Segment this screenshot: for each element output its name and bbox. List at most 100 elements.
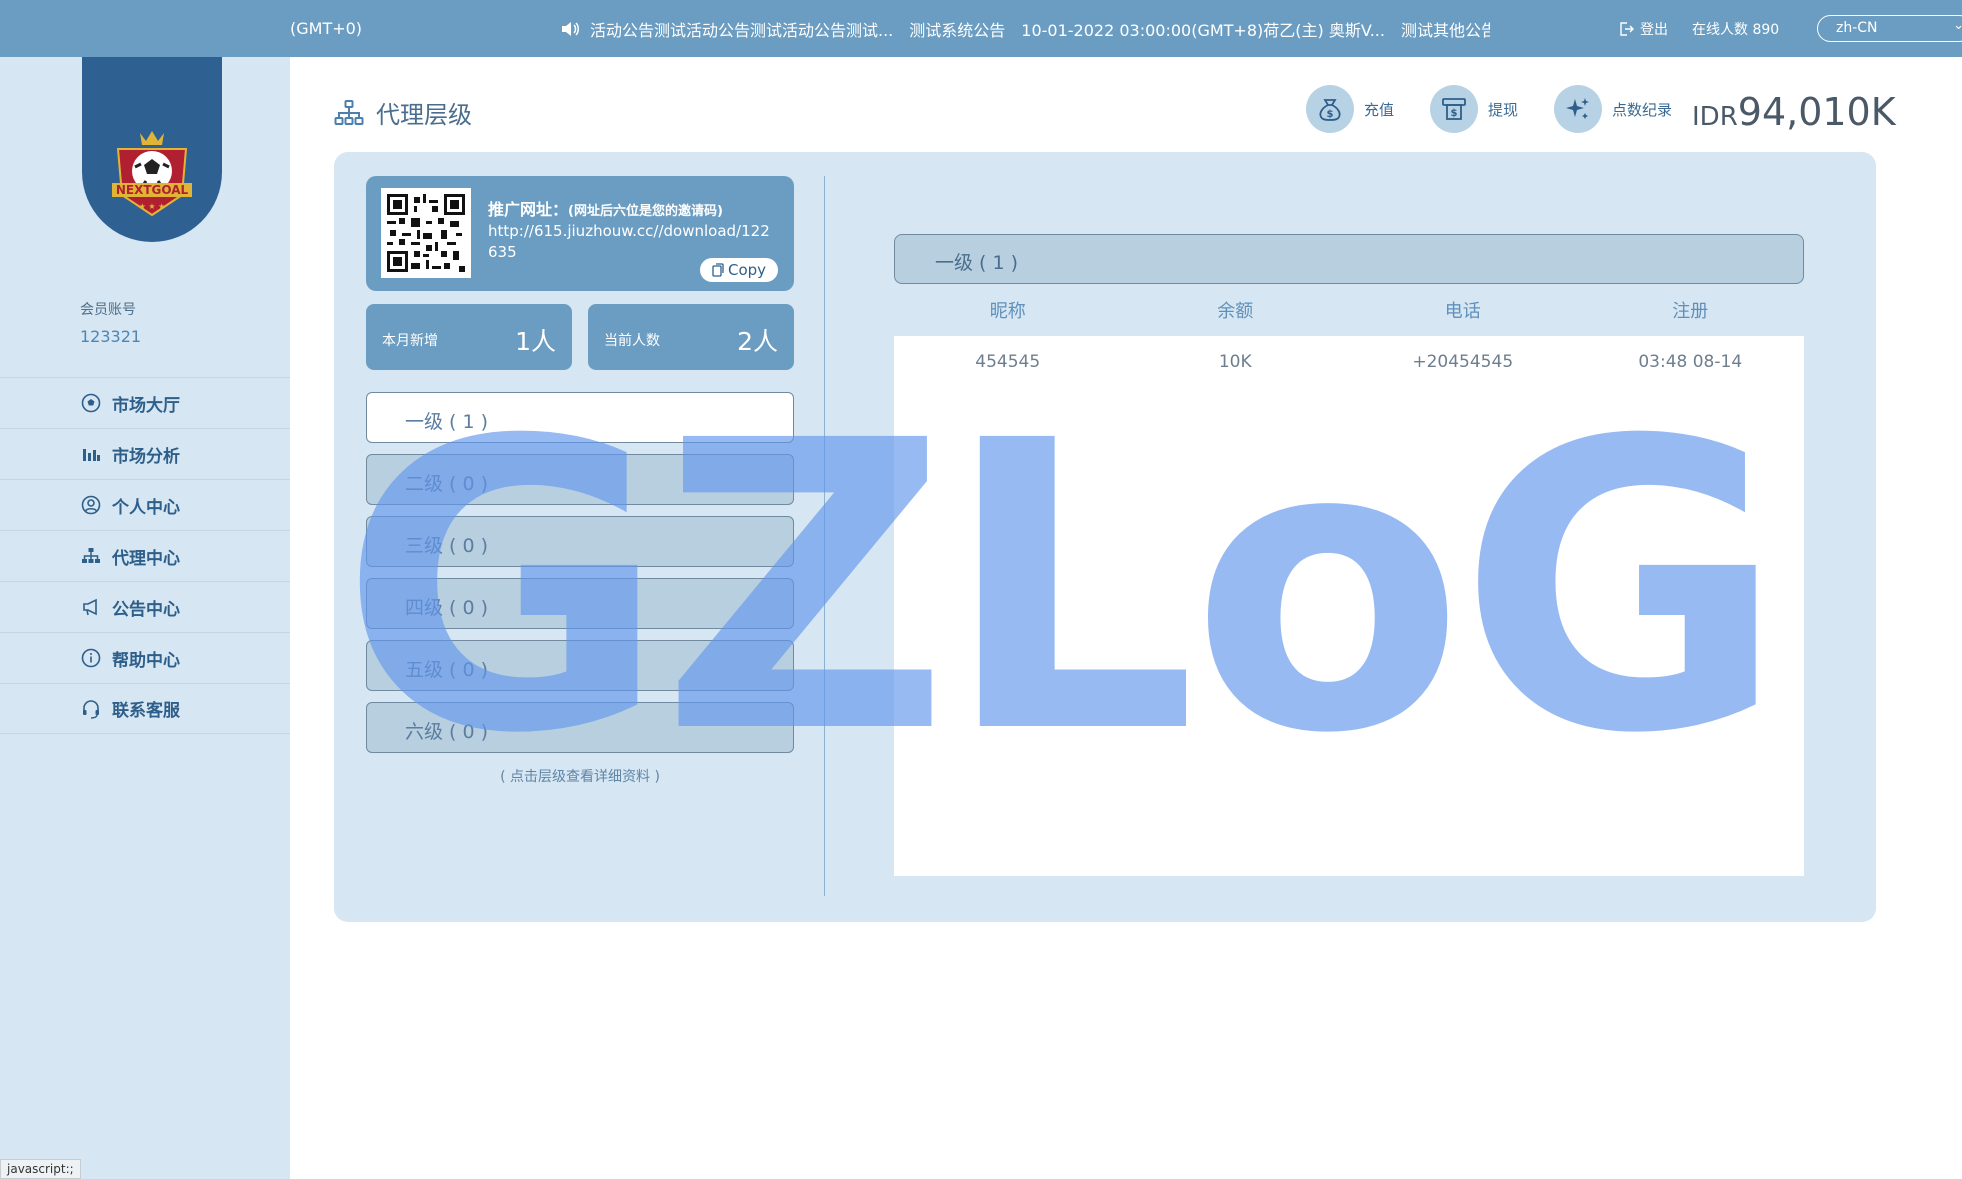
speaker-icon (560, 21, 580, 37)
level-button-5[interactable]: 五级 ( 0 ) (366, 640, 794, 691)
svg-text:$: $ (1451, 108, 1458, 119)
sidebar-item-label: 市场分析 (112, 446, 180, 467)
copy-icon (712, 263, 724, 277)
page-title-text: 代理层级 (376, 101, 472, 129)
level-list: 一级 ( 1 ) 二级 ( 0 ) 三级 ( 0 ) 四级 ( 0 ) 五级 (… (366, 392, 794, 764)
moneybag-icon: $ (1306, 85, 1354, 133)
hierarchy-icon (80, 545, 102, 567)
sidebar-item-agent-center[interactable]: 代理中心 (0, 530, 290, 581)
level-button-3[interactable]: 三级 ( 0 ) (366, 516, 794, 567)
level-button-1[interactable]: 一级 ( 1 ) (366, 392, 794, 443)
svg-text:$: $ (1327, 109, 1334, 120)
sparkle-icon (1554, 85, 1603, 133)
points-record-button[interactable]: 点数纪录 (1554, 85, 1672, 133)
promo-title: 推广网址：(网址后六位是您的邀请码) (488, 196, 723, 220)
agent-panel: 推广网址：(网址后六位是您的邀请码) http://615.jiuzhouw.c… (334, 152, 1876, 922)
sidebar-menu: 市场大厅 市场分析 个人中心 代理中心 公告中心 帮助中心 联系客服 (0, 377, 290, 734)
level-hint: ( 点击层级查看详细资料 ) (500, 769, 660, 785)
sidebar-item-label: 公告中心 (112, 599, 180, 620)
table-row[interactable]: 454545 10K +20454545 03:48 08-14 (894, 336, 1804, 388)
member-table: 454545 10K +20454545 03:48 08-14 (894, 336, 1804, 876)
status-bar: javascript:; (0, 1159, 81, 1179)
sidebar: NEXTGOAL ★ ★ ★ 会员账号 123321 市场大厅 市场分析 个人中… (0, 57, 290, 1179)
account-value: 123321 (80, 327, 142, 346)
announcement-item[interactable]: 测试系统公告 (909, 18, 1005, 40)
promo-card: 推广网址：(网址后六位是您的邀请码) http://615.jiuzhouw.c… (366, 176, 794, 291)
nextgoal-logo[interactable]: NEXTGOAL ★ ★ ★ (108, 127, 196, 219)
stat-current-members: 当前人数 2人 (588, 304, 794, 370)
balance-display: IDR 94,010K (1692, 90, 1896, 134)
stat-label: 当前人数 (604, 333, 660, 349)
sidebar-item-personal-center[interactable]: 个人中心 (0, 479, 290, 530)
user-icon (80, 494, 102, 516)
cell-phone: +20454545 (1412, 352, 1514, 372)
logo-tab: NEXTGOAL ★ ★ ★ (82, 57, 222, 242)
announcement-item[interactable]: 活动公告测试活动公告测试活动公告测试... (590, 18, 893, 40)
cell-registered: 03:48 08-14 (1638, 352, 1743, 372)
logout-icon (1620, 22, 1634, 36)
bar-chart-icon (80, 443, 102, 465)
points-record-label: 点数纪录 (1612, 100, 1673, 119)
level-button-6[interactable]: 六级 ( 0 ) (366, 702, 794, 753)
logout-button[interactable]: 登出 (1618, 19, 1668, 39)
balance-currency: IDR (1692, 102, 1738, 132)
withdraw-icon: $ (1430, 85, 1479, 133)
balance-amount: 94,010K (1737, 90, 1896, 134)
table-header: 昵称 余额 电话 注册 (894, 297, 1804, 327)
recharge-button[interactable]: $ 充值 (1306, 85, 1394, 133)
sidebar-item-label: 个人中心 (112, 497, 180, 518)
top-bar: (GMT+0) 活动公告测试活动公告测试活动公告测试... 测试系统公告 10-… (0, 0, 1962, 57)
stat-label: 本月新增 (382, 333, 438, 349)
headset-icon (80, 698, 102, 720)
sidebar-item-label: 代理中心 (112, 548, 180, 569)
sidebar-item-label: 市场大厅 (112, 395, 180, 416)
hierarchy-icon (334, 99, 364, 125)
announcement-marquee[interactable]: 活动公告测试活动公告测试活动公告测试... 测试系统公告 10-01-2022 … (560, 18, 1490, 40)
sidebar-item-market-analysis[interactable]: 市场分析 (0, 428, 290, 479)
logout-label: 登出 (1640, 22, 1668, 38)
panel-divider (824, 176, 825, 896)
copy-label: Copy (727, 261, 767, 279)
info-icon (80, 647, 102, 669)
level-button-4[interactable]: 四级 ( 0 ) (366, 578, 794, 629)
sidebar-item-market-hall[interactable]: 市场大厅 (0, 377, 290, 428)
stat-value: 1人 (515, 327, 556, 356)
stat-new-this-month: 本月新增 1人 (366, 304, 572, 370)
level-button-2[interactable]: 二级 ( 0 ) (366, 454, 794, 505)
announcement-item[interactable]: 10-01-2022 03:00:00(GMT+8)荷乙(主) 奥斯V... (1021, 18, 1385, 40)
promo-note: (网址后六位是您的邀请码) (568, 204, 723, 219)
detail-level-title: 一级 ( 1 ) (894, 234, 1804, 284)
chevron-down-icon: ⌄ (1953, 18, 1962, 33)
promo-url: http://615.jiuzhouw.cc//download/122635 (488, 222, 770, 261)
column-header-phone: 电话 (1444, 301, 1481, 322)
timezone: (GMT+0) (290, 19, 363, 38)
logo-text: NEXTGOAL (116, 183, 189, 197)
svg-text:★ ★ ★: ★ ★ ★ (139, 202, 166, 211)
sidebar-item-label: 帮助中心 (112, 650, 180, 671)
qr-code (381, 188, 471, 278)
account-label: 会员账号 (80, 302, 136, 318)
header-actions: $ 充值 $ 提现 点数纪录 (1306, 85, 1708, 133)
withdraw-label: 提现 (1488, 100, 1519, 119)
online-count: 在线人数 890 (1692, 22, 1780, 38)
page-title: 代理层级 (334, 95, 472, 130)
column-header-balance: 余额 (1217, 301, 1254, 322)
copy-button[interactable]: Copy (700, 258, 778, 282)
sidebar-item-label: 联系客服 (112, 701, 180, 721)
sidebar-item-announcement-center[interactable]: 公告中心 (0, 581, 290, 632)
sidebar-item-help-center[interactable]: 帮助中心 (0, 632, 290, 683)
column-header-nickname: 昵称 (989, 301, 1026, 322)
recharge-label: 充值 (1364, 100, 1395, 119)
megaphone-icon (80, 596, 102, 618)
sidebar-item-customer-service[interactable]: 联系客服 (0, 683, 290, 734)
withdraw-button[interactable]: $ 提现 (1430, 85, 1518, 133)
cell-balance: 10K (1218, 352, 1252, 372)
language-value: zh-CN (1836, 20, 1878, 36)
column-header-registered: 注册 (1672, 301, 1709, 322)
promo-title-text: 推广网址： (488, 200, 569, 219)
soccer-ball-icon (80, 392, 102, 414)
announcement-item[interactable]: 测试其他公告 (1401, 18, 1490, 40)
language-select[interactable]: zh-CN ⌄ (1817, 15, 1962, 42)
stat-value: 2人 (737, 327, 778, 356)
cell-nickname: 454545 (975, 352, 1041, 372)
